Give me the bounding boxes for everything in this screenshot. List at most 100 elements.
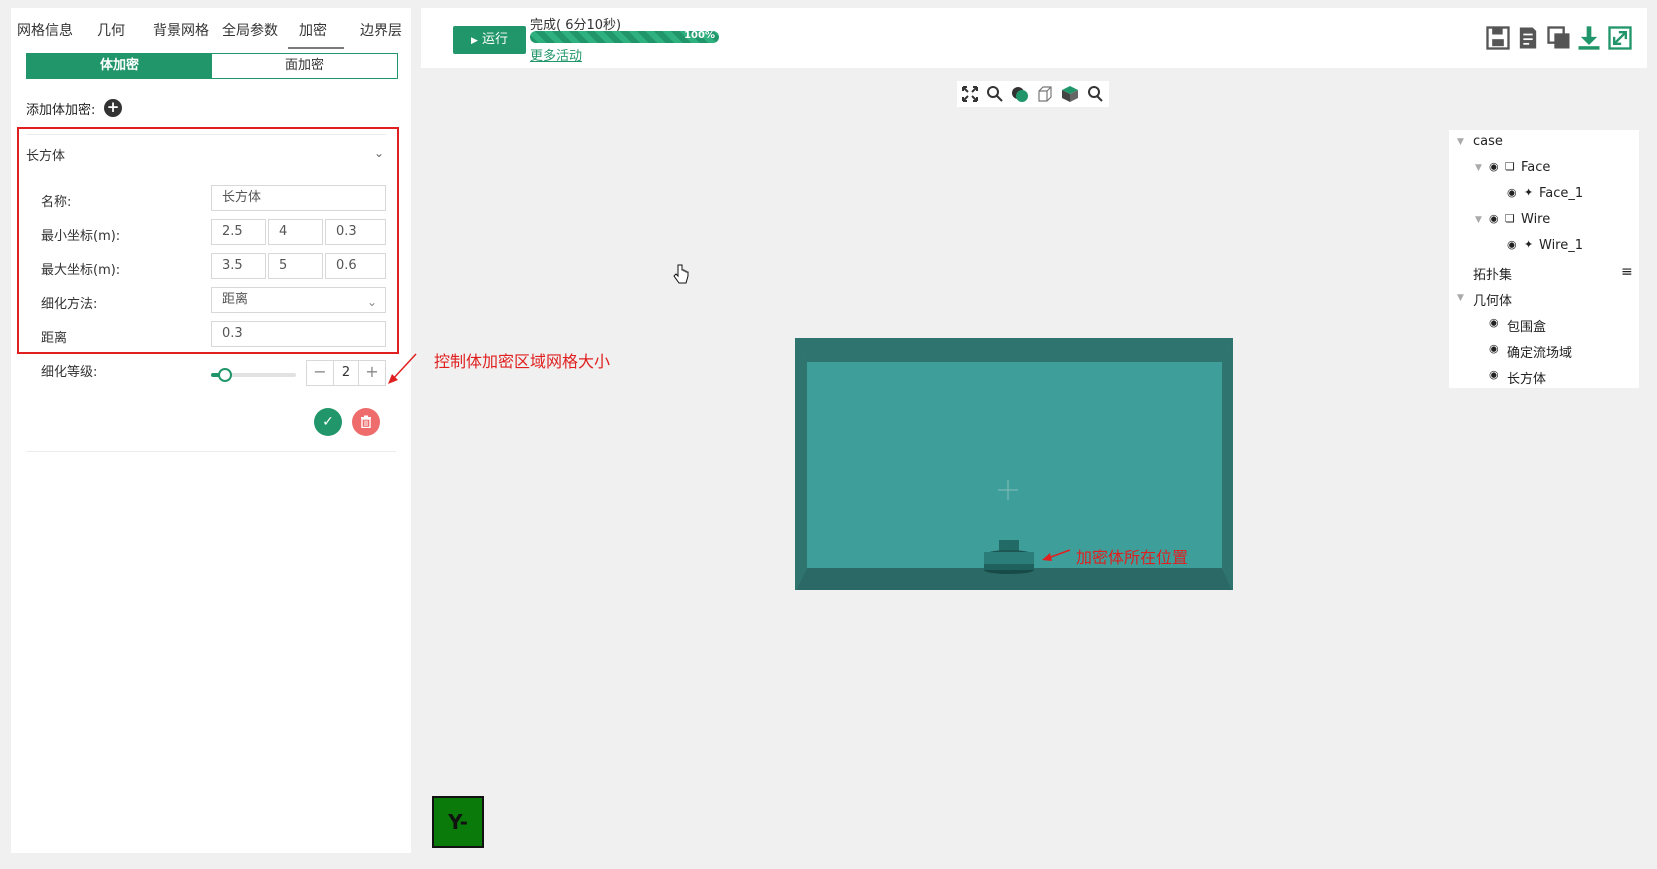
top-toolbar: ▶ 运行 完成( 6分10秒) 100% 更多活动 xyxy=(421,8,1647,68)
fullscreen-icon[interactable] xyxy=(1606,24,1634,52)
eye-icon[interactable]: ◉ xyxy=(1489,160,1499,173)
active-tab-indicator xyxy=(288,47,344,49)
max-z-input[interactable]: 0.6 xyxy=(325,253,386,279)
run-label: 运行 xyxy=(482,32,509,47)
shading-icon[interactable] xyxy=(1011,85,1029,103)
caret-down-icon[interactable]: ▼ xyxy=(1475,215,1482,225)
min-x-input[interactable]: 2.5 xyxy=(211,219,266,245)
run-button[interactable]: ▶ 运行 xyxy=(453,26,526,54)
level-stepper: − 2 + xyxy=(306,360,386,386)
body-annotation: 加密体所在位置 xyxy=(1076,548,1189,567)
tab-boundary-layer[interactable]: 边界层 xyxy=(360,20,402,40)
topology-set-label: 拓扑集 xyxy=(1473,268,1513,283)
tree-item-case[interactable]: ▼ case xyxy=(1449,132,1639,154)
increment-button[interactable]: + xyxy=(359,361,385,385)
trash-icon xyxy=(361,415,371,429)
max-y-input[interactable]: 5 xyxy=(268,253,323,279)
eye-icon[interactable]: ◉ xyxy=(1507,238,1517,251)
tab-refinement[interactable]: 加密 xyxy=(299,20,327,40)
play-icon: ▶ xyxy=(470,36,478,46)
wire-group-label: Wire xyxy=(1521,212,1551,227)
settings-tabs: 网格信息 几何 背景网格 全局参数 加密 边界层 xyxy=(11,8,411,49)
model-tree: ▼ case ▼ ◉ ❏ Face ◉ ✦ Face_1 ▼ ◉ ❏ Wire … xyxy=(1449,130,1639,388)
eye-icon[interactable]: ◉ xyxy=(1489,368,1499,381)
tree-item-wire-group[interactable]: ▼ ◉ ❏ Wire xyxy=(1449,210,1639,232)
menu-icon[interactable]: ≡ xyxy=(1621,264,1633,280)
wireframe-icon[interactable] xyxy=(1036,85,1054,103)
geo-item-label: 包围盒 xyxy=(1507,320,1547,335)
chevron-down-icon[interactable]: ⌄ xyxy=(374,146,384,160)
tab-geometry[interactable]: 几何 xyxy=(97,20,125,40)
progress-label: 100% xyxy=(684,30,715,41)
confirm-button[interactable]: ✓ xyxy=(314,408,342,436)
wire-item-label: Wire_1 xyxy=(1539,238,1584,253)
caret-down-icon[interactable]: ▼ xyxy=(1457,137,1464,147)
more-activities-link[interactable]: 更多活动 xyxy=(530,45,582,64)
group-icon: ❏ xyxy=(1505,160,1515,173)
wire-shape-icon: ✦ xyxy=(1524,238,1534,251)
caret-down-icon[interactable]: ▼ xyxy=(1475,163,1482,173)
chevron-down-icon: ⌄ xyxy=(366,295,377,309)
download-icon[interactable] xyxy=(1575,24,1603,52)
subtab-volume-refinement[interactable]: 体加密 xyxy=(27,54,212,78)
face-item-label: Face_1 xyxy=(1539,186,1584,201)
zoom-icon[interactable] xyxy=(986,85,1004,103)
face-shape-icon: ✦ xyxy=(1524,186,1534,199)
refine-item-header[interactable]: 长方体 ⌄ xyxy=(26,134,386,170)
save-icon[interactable] xyxy=(1484,24,1512,52)
eye-icon[interactable]: ◉ xyxy=(1507,186,1517,199)
level-label: 细化等级: xyxy=(41,365,98,380)
solid-icon[interactable] xyxy=(1061,85,1079,103)
name-input[interactable]: 长方体 xyxy=(211,185,386,211)
face-group-label: Face xyxy=(1521,160,1551,175)
tree-item-geometry[interactable]: ▼ 几何体 xyxy=(1449,288,1639,310)
tree-item-cuboid[interactable]: ◉ 长方体 xyxy=(1449,366,1639,388)
box-annotation: 控制体加密区域网格大小 xyxy=(434,352,611,371)
tree-root-label: case xyxy=(1473,134,1503,149)
decrement-button[interactable]: − xyxy=(307,361,333,385)
delete-button[interactable] xyxy=(352,408,380,436)
group-icon: ❏ xyxy=(1505,212,1515,225)
eye-icon[interactable]: ◉ xyxy=(1489,212,1499,225)
add-volume-label: 添加体加密: xyxy=(26,103,96,118)
tab-background-mesh[interactable]: 背景网格 xyxy=(153,20,209,40)
progress-bar: 100% xyxy=(530,30,719,43)
min-z-input[interactable]: 0.3 xyxy=(325,219,386,245)
name-label: 名称: xyxy=(41,195,72,210)
max-x-input[interactable]: 3.5 xyxy=(211,253,266,279)
fit-view-icon[interactable] xyxy=(961,85,979,103)
tree-item-face-1[interactable]: ◉ ✦ Face_1 xyxy=(1449,184,1639,206)
distance-input[interactable]: 0.3 xyxy=(211,321,386,347)
level-slider-thumb[interactable] xyxy=(218,368,232,382)
caret-down-icon[interactable]: ▼ xyxy=(1457,293,1464,303)
report-icon[interactable] xyxy=(1514,24,1542,52)
tab-global-params[interactable]: 全局参数 xyxy=(222,20,278,40)
geo-item-label: 确定流场域 xyxy=(1507,346,1573,361)
eye-icon[interactable]: ◉ xyxy=(1489,342,1499,355)
plus-circle-icon[interactable]: + xyxy=(104,99,122,117)
annotation-arrow xyxy=(388,353,417,384)
tree-item-topology-set[interactable]: 拓扑集 ≡ xyxy=(1449,262,1639,284)
geo-item-label: 长方体 xyxy=(1507,372,1547,387)
search-icon[interactable] xyxy=(1086,85,1104,103)
method-select[interactable]: 距离 ⌄ xyxy=(211,287,386,313)
tree-item-wire-1[interactable]: ◉ ✦ Wire_1 xyxy=(1449,236,1639,258)
copy-icon[interactable] xyxy=(1545,24,1573,52)
subtab-surface-refinement[interactable]: 面加密 xyxy=(212,54,397,78)
level-value[interactable]: 2 xyxy=(333,361,359,385)
tree-item-bounding-box[interactable]: ◉ 包围盒 xyxy=(1449,314,1639,336)
axis-indicator[interactable]: Y- xyxy=(432,796,484,848)
refine-item-title: 长方体 xyxy=(26,149,66,164)
max-coord-label: 最大坐标(m): xyxy=(41,263,121,278)
tree-item-flow-domain[interactable]: ◉ 确定流场域 xyxy=(1449,340,1639,362)
refinement-subtabs: 体加密 面加密 xyxy=(26,53,398,79)
left-panel: 网格信息 几何 背景网格 全局参数 加密 边界层 体加密 面加密 添加体加密: … xyxy=(11,8,411,853)
min-y-input[interactable]: 4 xyxy=(268,219,323,245)
geometry-label: 几何体 xyxy=(1473,294,1513,309)
tree-item-face-group[interactable]: ▼ ◉ ❏ Face xyxy=(1449,158,1639,180)
eye-icon[interactable]: ◉ xyxy=(1489,316,1499,329)
hand-cursor-icon xyxy=(673,264,689,284)
method-label: 细化方法: xyxy=(41,297,98,312)
tab-mesh-info[interactable]: 网格信息 xyxy=(17,20,73,40)
section-divider xyxy=(26,451,396,452)
